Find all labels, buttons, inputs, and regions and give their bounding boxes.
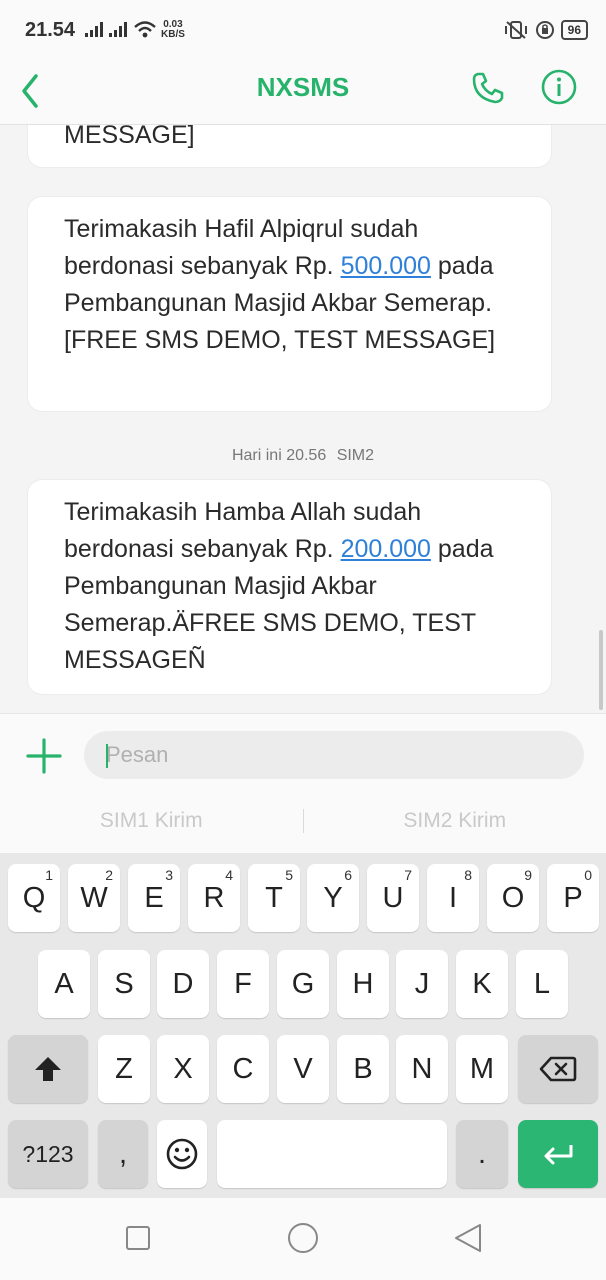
message-bubble[interactable]: Terimakasih Hafil Alpiqrul sudah berdona… bbox=[28, 197, 551, 411]
key-hint: 9 bbox=[524, 867, 532, 883]
key-w[interactable]: W2 bbox=[68, 864, 120, 932]
key-label: T bbox=[265, 881, 283, 914]
key-label: R bbox=[203, 881, 225, 914]
key-s[interactable]: S bbox=[98, 950, 150, 1018]
send-buttons: SIM1 Kirim SIM2 Kirim bbox=[0, 806, 606, 836]
backspace-icon bbox=[539, 1056, 577, 1082]
key-e[interactable]: E3 bbox=[128, 864, 180, 932]
key-b[interactable]: B bbox=[337, 1035, 389, 1103]
comma-key[interactable]: , bbox=[98, 1120, 148, 1188]
key-g[interactable]: G bbox=[277, 950, 329, 1018]
shift-arrow-icon bbox=[35, 1057, 61, 1081]
key-hint: 3 bbox=[165, 867, 173, 883]
text-cursor bbox=[106, 744, 108, 768]
key-label: E bbox=[144, 881, 164, 914]
key-hint: 6 bbox=[344, 867, 352, 883]
message-thread[interactable]: MESSAGE] Terimakasih Hafil Alpiqrul suda… bbox=[0, 125, 606, 713]
wifi-icon bbox=[134, 21, 156, 38]
key-label: I bbox=[448, 881, 458, 914]
backspace-key[interactable] bbox=[518, 1035, 598, 1103]
app-header: NXSMS bbox=[0, 60, 606, 125]
key-y[interactable]: Y6 bbox=[307, 864, 359, 932]
key-a[interactable]: A bbox=[38, 950, 90, 1018]
spacebar[interactable] bbox=[217, 1120, 447, 1188]
emoji-icon bbox=[166, 1138, 198, 1170]
key-label: Y bbox=[323, 881, 343, 914]
key-hint: 0 bbox=[584, 867, 592, 883]
key-p[interactable]: P0 bbox=[547, 864, 599, 932]
key-label: O bbox=[501, 881, 525, 914]
home-icon[interactable] bbox=[285, 1220, 321, 1256]
message-text: MESSAGE] bbox=[64, 125, 195, 149]
keyboard: Q1 W2 E3 R4 T5 Y6 U7 I8 O9 P0 A S D F G … bbox=[0, 853, 606, 1198]
emoji-key[interactable] bbox=[157, 1120, 207, 1188]
key-hint: 4 bbox=[225, 867, 233, 883]
cell-signal-2-icon bbox=[109, 22, 127, 37]
key-t[interactable]: T5 bbox=[248, 864, 300, 932]
scrollbar[interactable] bbox=[599, 630, 603, 710]
key-label: W bbox=[80, 881, 108, 914]
sim1-send-button[interactable]: SIM1 Kirim bbox=[0, 806, 303, 836]
key-o[interactable]: O9 bbox=[487, 864, 539, 932]
network-speed-unit: KB/S bbox=[161, 29, 185, 40]
shift-key[interactable] bbox=[8, 1035, 88, 1103]
key-h[interactable]: H bbox=[337, 950, 389, 1018]
amount-link[interactable]: 200.000 bbox=[341, 535, 431, 563]
composer: SIM1 Kirim SIM2 Kirim bbox=[0, 713, 606, 854]
phone-call-icon[interactable] bbox=[470, 70, 506, 106]
back-nav-icon[interactable] bbox=[450, 1220, 486, 1256]
key-u[interactable]: U7 bbox=[367, 864, 419, 932]
key-hint: 1 bbox=[45, 867, 53, 883]
key-label: Q bbox=[22, 881, 46, 914]
recent-apps-icon[interactable] bbox=[120, 1220, 156, 1256]
key-hint: 7 bbox=[404, 867, 412, 883]
network-speed: 0.03 KB/S bbox=[161, 20, 185, 40]
status-right: 96 bbox=[503, 20, 588, 40]
enter-arrow-icon bbox=[544, 1145, 573, 1165]
message-input[interactable] bbox=[84, 731, 584, 779]
key-i[interactable]: I8 bbox=[427, 864, 479, 932]
key-f[interactable]: F bbox=[217, 950, 269, 1018]
enter-key[interactable] bbox=[518, 1120, 598, 1188]
conversation-title: NXSMS bbox=[256, 72, 350, 102]
key-hint: 8 bbox=[464, 867, 472, 883]
add-attachment-icon[interactable] bbox=[24, 736, 64, 776]
data-saver-icon bbox=[535, 21, 554, 39]
timestamp-time: Hari ini 20.56 bbox=[231, 447, 327, 464]
key-l[interactable]: L bbox=[516, 950, 568, 1018]
key-d[interactable]: D bbox=[157, 950, 209, 1018]
key-r[interactable]: R4 bbox=[188, 864, 240, 932]
sim2-send-button[interactable]: SIM2 Kirim bbox=[304, 806, 606, 836]
vibrate-icon bbox=[504, 21, 527, 39]
key-hint: 2 bbox=[105, 867, 113, 883]
status-time: 21.54 bbox=[25, 19, 76, 41]
key-j[interactable]: J bbox=[396, 950, 448, 1018]
key-q[interactable]: Q1 bbox=[8, 864, 60, 932]
battery-indicator: 96 bbox=[560, 20, 588, 40]
key-m[interactable]: M bbox=[456, 1035, 508, 1103]
key-x[interactable]: X bbox=[157, 1035, 209, 1103]
info-icon[interactable] bbox=[540, 68, 578, 106]
key-v[interactable]: V bbox=[277, 1035, 329, 1103]
key-c[interactable]: C bbox=[217, 1035, 269, 1103]
key-k[interactable]: K bbox=[456, 950, 508, 1018]
key-label: U bbox=[382, 881, 404, 914]
timestamp-sim: SIM2 bbox=[336, 447, 375, 464]
symbols-key[interactable]: ?123 bbox=[8, 1120, 88, 1188]
message-bubble[interactable]: Terimakasih Hamba Allah sudah berdonasi … bbox=[28, 480, 551, 694]
message-bubble[interactable]: MESSAGE] bbox=[28, 125, 551, 167]
key-label: P bbox=[563, 881, 583, 914]
navigation-bar bbox=[0, 1198, 606, 1280]
message-timestamp: Hari ini 20.56 SIM2 bbox=[0, 447, 606, 465]
amount-link[interactable]: 500.000 bbox=[341, 252, 431, 280]
period-key[interactable]: . bbox=[456, 1120, 508, 1188]
key-z[interactable]: Z bbox=[98, 1035, 150, 1103]
status-bar: 21.54 0.03 KB/S 96 bbox=[0, 0, 606, 60]
cell-signal-1-icon bbox=[85, 22, 103, 37]
key-n[interactable]: N bbox=[396, 1035, 448, 1103]
key-hint: 5 bbox=[285, 867, 293, 883]
